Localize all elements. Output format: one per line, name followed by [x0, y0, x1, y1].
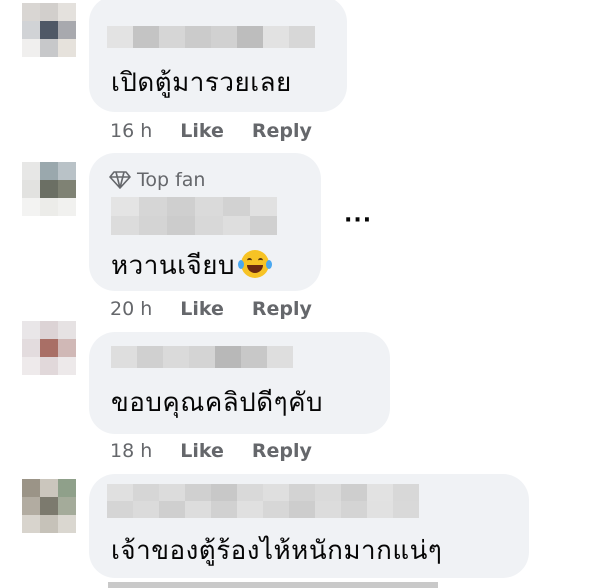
- comment-bubble: ขอบคุณคลิปดีๆคับ: [89, 332, 390, 434]
- like-button[interactable]: Like: [180, 120, 224, 142]
- laughing-tears-emoji-icon: [237, 250, 272, 278]
- comment-bubble: Top fan หวานเจียบ: [89, 153, 321, 291]
- comment-text: เจ้าของตู้ร้องไห้หนักมากแน่ๆ: [111, 536, 443, 566]
- commenter-name-blurred[interactable]: [107, 26, 315, 48]
- like-button[interactable]: Like: [180, 440, 224, 462]
- comment-actions: 16 h Like Reply: [110, 120, 312, 142]
- comment-text: หวานเจียบ: [111, 245, 272, 286]
- next-comment-edge: [108, 582, 438, 588]
- comment-text-label: หวานเจียบ: [111, 251, 235, 281]
- reply-button[interactable]: Reply: [252, 298, 312, 320]
- comment-time[interactable]: 20 h: [110, 298, 152, 320]
- comment-bubble: เจ้าของตู้ร้องไห้หนักมากแน่ๆ: [89, 474, 529, 578]
- reply-button[interactable]: Reply: [252, 440, 312, 462]
- comment-text: เปิดตู้มารวยเลย: [111, 68, 292, 98]
- like-button[interactable]: Like: [180, 298, 224, 320]
- comment-time[interactable]: 18 h: [110, 440, 152, 462]
- comment-actions: 18 h Like Reply: [110, 440, 312, 462]
- comment-text: ขอบคุณคลิปดีๆคับ: [111, 388, 323, 418]
- comment-time[interactable]: 16 h: [110, 120, 152, 142]
- comment-bubble: เปิดตู้มารวยเลย: [89, 0, 347, 112]
- avatar[interactable]: [22, 479, 76, 533]
- commenter-name-blurred[interactable]: [111, 197, 277, 235]
- top-fan-badge: Top fan: [109, 169, 205, 191]
- top-fan-label: Top fan: [137, 169, 206, 191]
- avatar[interactable]: [22, 321, 76, 375]
- avatar[interactable]: [22, 162, 76, 216]
- diamond-icon: [109, 171, 131, 189]
- commenter-name-blurred[interactable]: [107, 484, 419, 518]
- avatar[interactable]: [22, 3, 76, 57]
- more-options-button[interactable]: ···: [344, 208, 372, 233]
- comment-actions: 20 h Like Reply: [110, 298, 312, 320]
- reply-button[interactable]: Reply: [252, 120, 312, 142]
- commenter-name-blurred[interactable]: [111, 346, 293, 368]
